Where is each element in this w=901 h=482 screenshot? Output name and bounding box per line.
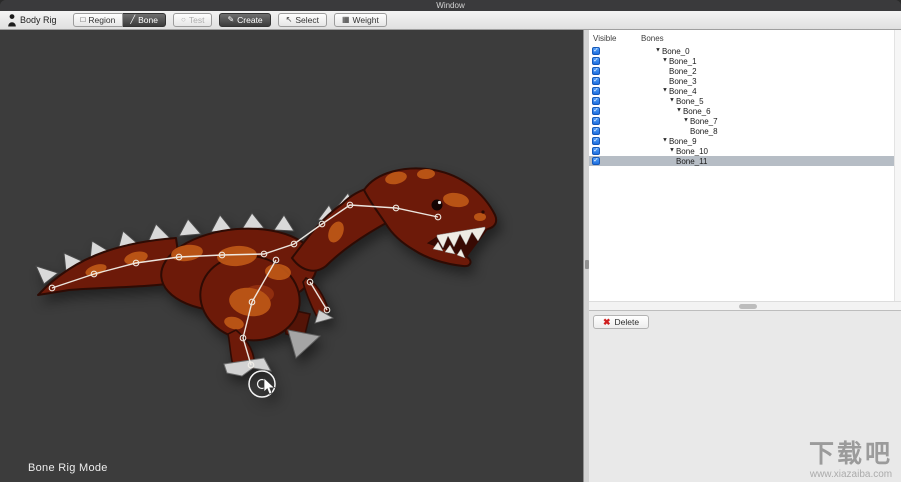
visible-checkbox[interactable]: ✓: [592, 117, 600, 125]
bone-list: ✓ ▼ Bone_0 ✓ ▼ Bone_1 ✓ Bone_2 ✓ Bone_3 ✓ ▼ Bone_4 ✓ ▼…: [589, 46, 901, 166]
toolbar-button-label: Create: [237, 15, 263, 25]
bone-list-container: Visible Bones ✓ ▼ Bone_0 ✓ ▼ Bone_1 ✓ Bone_2 ✓ Bo…: [589, 30, 901, 311]
visible-checkbox[interactable]: ✓: [592, 157, 600, 165]
visible-column-header: Visible: [593, 34, 617, 43]
dino-arm: [302, 277, 330, 319]
bone-name: Bone_7: [689, 116, 718, 126]
visible-checkbox[interactable]: ✓: [592, 137, 600, 145]
create-icon: ✎: [227, 15, 235, 24]
mode-label: Bone Rig Mode: [28, 462, 108, 474]
visible-checkbox[interactable]: ✓: [592, 107, 600, 115]
weight-button[interactable]: ▦ Weight: [333, 13, 387, 27]
toolbar-button-label: Region: [88, 15, 116, 25]
bone-row[interactable]: ✓ ▼ Bone_4: [589, 86, 901, 96]
bone-name: Bone_4: [668, 86, 697, 96]
weight-icon: ▦: [341, 15, 350, 24]
expander-icon[interactable]: ▼: [662, 58, 668, 64]
expander-icon[interactable]: ▼: [683, 118, 689, 124]
titlebar[interactable]: Window: [0, 0, 901, 11]
bone-name: Bone_0: [661, 46, 690, 56]
bone-name: Bone_2: [669, 66, 697, 76]
create-button[interactable]: ✎ Create: [219, 13, 271, 27]
bone-row[interactable]: ✓ ▼ Bone_10: [589, 146, 901, 156]
delete-button[interactable]: ✖ Delete: [593, 315, 650, 329]
list-horizontal-scrollbar[interactable]: [589, 301, 901, 310]
expander-icon[interactable]: ▼: [676, 108, 682, 114]
visible-checkbox[interactable]: ✓: [592, 77, 600, 85]
toolbar: Body Rig □ Region ╱ Bone ○ Test ✎ Create ↖ Select…: [0, 11, 901, 30]
visible-checkbox[interactable]: ✓: [592, 67, 600, 75]
toolbar-button-label: Weight: [352, 15, 379, 25]
hscroll-thumb[interactable]: [739, 304, 757, 309]
bone-icon: ╱: [130, 15, 136, 24]
visible-checkbox[interactable]: ✓: [592, 57, 600, 65]
watermark-url: www.xiazaiba.com: [809, 469, 893, 480]
bone-row[interactable]: ✓ ▼ Bone_1: [589, 56, 901, 66]
bone-button[interactable]: ╱ Bone: [123, 13, 166, 27]
body-rig-icon: [8, 13, 16, 26]
expander-icon[interactable]: ▼: [669, 148, 675, 154]
test-button[interactable]: ○ Test: [173, 13, 213, 27]
dino-eye-glint: [437, 200, 442, 205]
expander-icon[interactable]: ▼: [655, 48, 661, 54]
bones-panel: Visible Bones ✓ ▼ Bone_0 ✓ ▼ Bone_1 ✓ Bone_2 ✓ Bo…: [589, 30, 901, 482]
list-vertical-scrollbar[interactable]: [894, 30, 901, 302]
toolbar-button-label: Test: [188, 15, 205, 25]
region-button[interactable]: □ Region: [72, 13, 124, 27]
app-label: Body Rig: [7, 13, 57, 27]
visible-checkbox[interactable]: ✓: [592, 87, 600, 95]
select-icon: ↖: [285, 15, 293, 24]
expander-icon[interactable]: ▼: [662, 88, 668, 94]
bone-name: Bone_8: [690, 126, 718, 136]
cursor-icon: [248, 370, 276, 398]
toolbar-button-label: Bone: [138, 15, 158, 25]
visible-checkbox[interactable]: ✓: [592, 97, 600, 105]
bone-row[interactable]: ✓ ▼ Bone_5: [589, 96, 901, 106]
bone-row[interactable]: ✓ ▼ Bone_0: [589, 46, 901, 56]
bone-row[interactable]: ✓ Bone_8: [589, 126, 901, 136]
watermark-title: 下载吧: [808, 440, 893, 469]
canvas-viewport[interactable]: Bone Rig Mode: [0, 30, 583, 482]
bone-name: Bone_6: [682, 106, 711, 116]
bone-name: Bone_11: [676, 156, 708, 166]
expander-icon[interactable]: ▼: [662, 138, 668, 144]
bone-name: Bone_1: [668, 56, 697, 66]
visible-checkbox[interactable]: ✓: [592, 147, 600, 155]
test-icon: ○: [181, 15, 186, 24]
watermark: 下载吧 www.xiazaiba.com: [809, 440, 893, 480]
visible-checkbox[interactable]: ✓: [592, 127, 600, 135]
app-window: Window Body Rig □ Region ╱ Bone ○ Test ✎ Create…: [0, 0, 901, 482]
delete-x-icon: ✖: [603, 316, 611, 327]
bone-row[interactable]: ✓ Bone_2: [589, 66, 901, 76]
app-label-text: Body Rig: [20, 15, 57, 25]
window-title: Window: [436, 1, 465, 10]
delete-button-label: Delete: [614, 317, 640, 327]
bone-row[interactable]: ✓ ▼ Bone_7: [589, 116, 901, 126]
toolbar-buttons: □ Region ╱ Bone ○ Test ✎ Create ↖ Select ▦ Weight: [72, 13, 394, 27]
expander-icon[interactable]: ▼: [669, 98, 675, 104]
bone-row[interactable]: ✓ Bone_11: [589, 156, 901, 166]
bones-column-header: Bones: [641, 34, 664, 43]
region-icon: □: [80, 15, 86, 24]
bone-name: Bone_9: [668, 136, 697, 146]
bone-name: Bone_3: [669, 76, 697, 86]
list-header: Visible Bones: [589, 30, 901, 46]
dino-eye: [431, 199, 443, 211]
select-button[interactable]: ↖ Select: [277, 13, 327, 27]
dino-foot: [223, 357, 272, 377]
dinosaur-sprite[interactable]: [24, 160, 504, 410]
toolbar-button-label: Select: [295, 15, 319, 25]
bone-name: Bone_5: [675, 96, 704, 106]
bone-row[interactable]: ✓ Bone_3: [589, 76, 901, 86]
dino-tail: [37, 237, 183, 296]
bone-name: Bone_10: [675, 146, 708, 156]
dino-nostril: [481, 210, 485, 214]
visible-checkbox[interactable]: ✓: [592, 47, 600, 55]
bone-row[interactable]: ✓ ▼ Bone_6: [589, 106, 901, 116]
bone-row[interactable]: ✓ ▼ Bone_9: [589, 136, 901, 146]
